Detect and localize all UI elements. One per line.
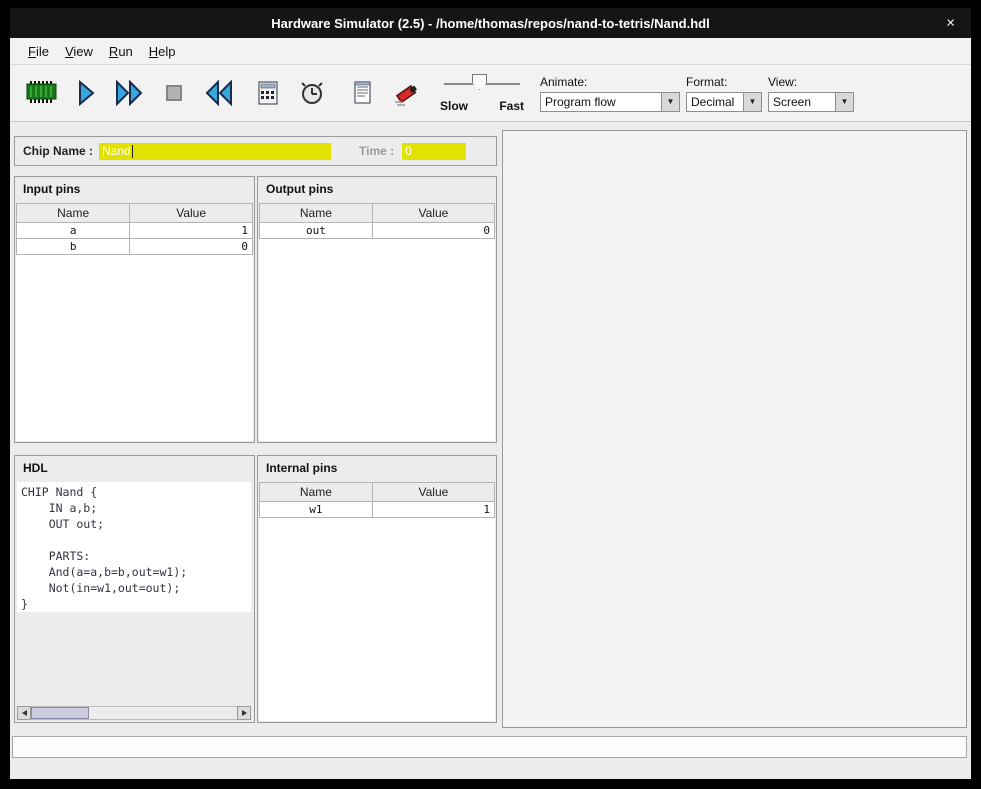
hdl-panel: HDL CHIP Nand { IN a,b; OUT out; PARTS: … bbox=[14, 455, 255, 723]
close-icon[interactable]: × bbox=[946, 16, 955, 31]
input-pins-title: Input pins bbox=[15, 177, 254, 199]
menu-help[interactable]: Help bbox=[141, 41, 184, 62]
value-column-header: Value bbox=[130, 204, 253, 223]
slider-thumb[interactable] bbox=[472, 74, 487, 90]
chip-name-value: Nand bbox=[102, 144, 131, 158]
menu-bar: File View Run Help bbox=[10, 38, 971, 65]
animate-label: Animate: bbox=[540, 75, 680, 89]
menu-run[interactable]: Run bbox=[101, 41, 141, 62]
toolbar: Slow Fast Animate: Program flow ▼ Format… bbox=[10, 65, 971, 122]
pin-value-cell[interactable]: 1 bbox=[130, 223, 253, 239]
format-label: Format: bbox=[686, 75, 762, 89]
hdl-title: HDL bbox=[15, 456, 254, 478]
title-bar[interactable]: Hardware Simulator (2.5) - /home/thomas/… bbox=[10, 8, 971, 38]
input-pins-panel: Input pins Name Value a 1 bbox=[14, 176, 255, 443]
menu-view[interactable]: View bbox=[57, 41, 101, 62]
calculator-button[interactable] bbox=[246, 70, 290, 116]
scrollbar-track[interactable] bbox=[31, 706, 237, 720]
animate-select[interactable]: Program flow ▼ bbox=[540, 92, 680, 112]
view-select[interactable]: Screen ▼ bbox=[768, 92, 854, 112]
screen-display-area bbox=[502, 130, 967, 728]
text-caret bbox=[132, 145, 133, 158]
internal-pins-panel: Internal pins Name Value w1 1 bbox=[257, 455, 497, 723]
pin-name-cell: a bbox=[17, 223, 130, 239]
view-label: View: bbox=[768, 75, 854, 89]
pin-value-cell: 1 bbox=[372, 502, 494, 518]
slider-slow-label: Slow bbox=[440, 99, 468, 113]
internal-pins-title: Internal pins bbox=[258, 456, 496, 478]
pin-name-cell: b bbox=[17, 239, 130, 255]
internal-pins-viewport: Name Value w1 1 bbox=[259, 482, 495, 721]
single-step-button[interactable] bbox=[64, 70, 108, 116]
time-label: Time : bbox=[359, 144, 394, 158]
input-pins-viewport: Name Value a 1 b 0 bbox=[16, 203, 253, 441]
format-value: Decimal bbox=[691, 95, 734, 109]
chip-name-field[interactable]: Nand bbox=[99, 143, 331, 160]
time-value: 0 bbox=[405, 144, 412, 158]
pin-name-cell: out bbox=[260, 223, 373, 239]
name-column-header: Name bbox=[260, 483, 373, 502]
clock-icon bbox=[297, 78, 327, 108]
pin-name-cell: w1 bbox=[260, 502, 373, 518]
single-step-icon bbox=[71, 78, 101, 108]
format-select[interactable]: Decimal ▼ bbox=[686, 92, 762, 112]
name-column-header: Name bbox=[17, 204, 130, 223]
output-pins-panel: Output pins Name Value out 0 bbox=[257, 176, 497, 443]
value-column-header: Value bbox=[372, 204, 494, 223]
scroll-left-button[interactable] bbox=[17, 706, 31, 720]
clock-button[interactable] bbox=[290, 70, 334, 116]
triangle-right-icon bbox=[242, 710, 247, 716]
view-value: Screen bbox=[773, 95, 811, 109]
run-button[interactable] bbox=[108, 70, 152, 116]
chip-header-panel: Chip Name : Nand Time : 0 bbox=[14, 136, 497, 166]
slider-fast-label: Fast bbox=[499, 99, 524, 113]
speed-slider: Slow Fast bbox=[440, 71, 524, 115]
pin-value-cell: 0 bbox=[372, 223, 494, 239]
output-pins-viewport: Name Value out 0 bbox=[259, 203, 495, 441]
pin-row-a: a 1 bbox=[17, 223, 253, 239]
calculator-icon bbox=[253, 78, 283, 108]
animate-value: Program flow bbox=[545, 95, 616, 109]
script-icon bbox=[347, 78, 377, 108]
load-chip-button[interactable] bbox=[20, 70, 64, 116]
fast-forward-icon bbox=[114, 78, 146, 108]
chevron-down-icon[interactable]: ▼ bbox=[661, 93, 679, 111]
time-field: 0 bbox=[402, 143, 466, 160]
rewind-icon bbox=[202, 78, 234, 108]
scrollbar-thumb[interactable] bbox=[31, 707, 89, 719]
main-content: Chip Name : Nand Time : 0 Input pins Nam… bbox=[10, 122, 971, 779]
chip-name-label: Chip Name : bbox=[23, 144, 93, 158]
name-column-header: Name bbox=[260, 204, 373, 223]
window-title: Hardware Simulator (2.5) - /home/thomas/… bbox=[271, 16, 709, 31]
scroll-right-button[interactable] bbox=[237, 706, 251, 720]
status-message-bar bbox=[12, 736, 967, 758]
eraser-icon bbox=[390, 78, 422, 108]
animate-group: Animate: Program flow ▼ bbox=[540, 75, 680, 112]
hdl-horizontal-scrollbar bbox=[17, 706, 251, 720]
value-column-header: Value bbox=[372, 483, 494, 502]
clear-button[interactable] bbox=[384, 70, 428, 116]
chevron-down-icon[interactable]: ▼ bbox=[743, 93, 761, 111]
stop-button[interactable] bbox=[152, 70, 196, 116]
pin-row-w1: w1 1 bbox=[260, 502, 495, 518]
reset-button[interactable] bbox=[196, 70, 240, 116]
pin-row-b: b 0 bbox=[17, 239, 253, 255]
menu-file[interactable]: File bbox=[20, 41, 57, 62]
view-group: View: Screen ▼ bbox=[768, 75, 854, 112]
chevron-down-icon[interactable]: ▼ bbox=[835, 93, 853, 111]
triangle-left-icon bbox=[22, 710, 27, 716]
format-group: Format: Decimal ▼ bbox=[686, 75, 762, 112]
pin-value-cell-editing[interactable]: 0 bbox=[130, 239, 253, 255]
output-pins-title: Output pins bbox=[258, 177, 496, 199]
stop-icon bbox=[159, 78, 189, 108]
hardware-simulator-window: Hardware Simulator (2.5) - /home/thomas/… bbox=[10, 8, 971, 779]
pin-row-out: out 0 bbox=[260, 223, 495, 239]
hdl-code: CHIP Nand { IN a,b; OUT out; PARTS: And(… bbox=[17, 482, 251, 612]
chip-icon bbox=[24, 78, 60, 108]
load-script-button[interactable] bbox=[340, 70, 384, 116]
